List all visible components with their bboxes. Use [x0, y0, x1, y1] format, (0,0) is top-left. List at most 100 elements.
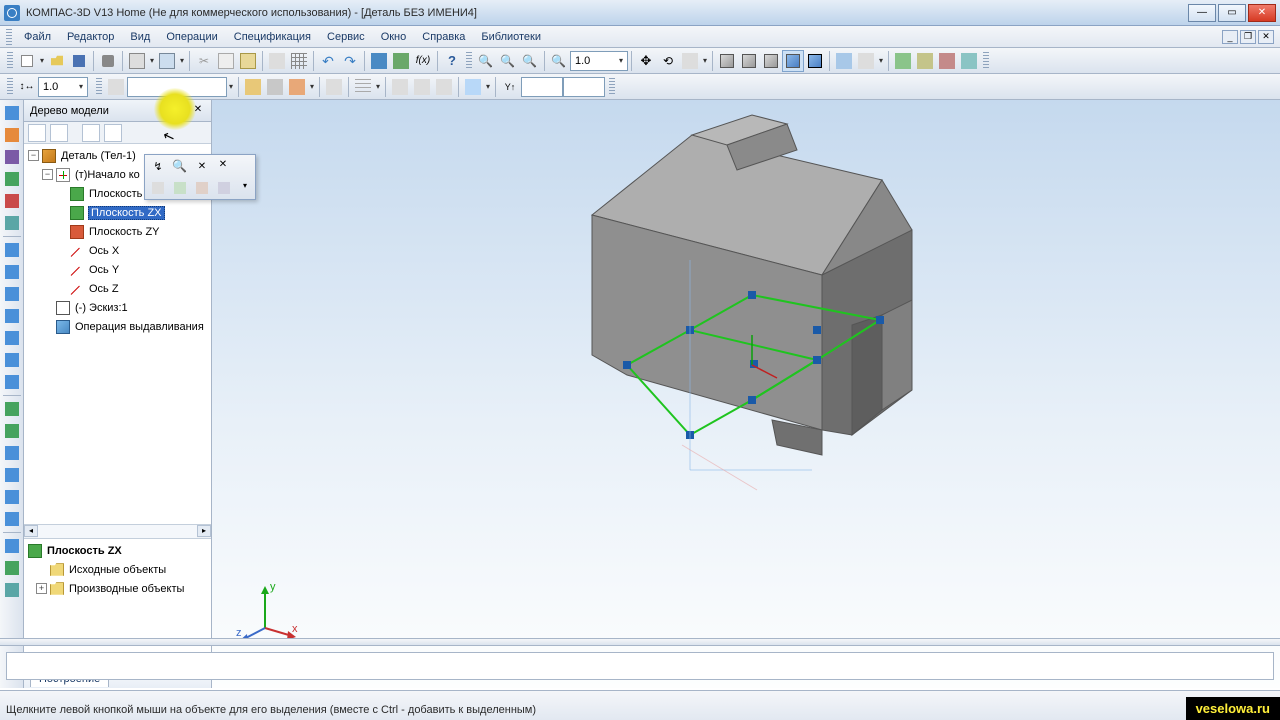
vtool-18[interactable] — [2, 487, 22, 507]
section-button[interactable] — [855, 50, 877, 72]
vtool-4[interactable] — [2, 169, 22, 189]
copy-button[interactable] — [215, 50, 237, 72]
vtool-7[interactable] — [2, 240, 22, 260]
shaded-button[interactable] — [782, 50, 804, 72]
vtool-8[interactable] — [2, 262, 22, 282]
tree-pin-button[interactable]: ⊥ — [175, 104, 189, 118]
table-button[interactable] — [288, 50, 310, 72]
shaded-edges-button[interactable] — [804, 50, 826, 72]
vtool-6[interactable] — [2, 213, 22, 233]
rotate-button[interactable]: ⟲ — [657, 50, 679, 72]
vtool-5[interactable] — [2, 191, 22, 211]
wireframe-button[interactable] — [716, 50, 738, 72]
fx-button[interactable]: f(x) — [412, 50, 434, 72]
menu-editor[interactable]: Редактор — [59, 28, 122, 46]
tree-src-folder[interactable]: Исходные объекты — [24, 560, 211, 579]
vtool-14[interactable] — [2, 399, 22, 419]
hidden-button[interactable] — [738, 50, 760, 72]
float-btn-5[interactable] — [170, 179, 190, 197]
mdi-close-button[interactable]: ✕ — [1258, 30, 1274, 44]
vtool-15[interactable] — [2, 421, 22, 441]
tree-plane-zy[interactable]: Плоскость ZY — [24, 222, 211, 241]
vtool-16[interactable] — [2, 443, 22, 463]
save-button[interactable] — [68, 50, 90, 72]
tree-tb-4[interactable] — [104, 124, 122, 142]
tree-axis-x[interactable]: Ось X — [24, 241, 211, 260]
vtool-17[interactable] — [2, 465, 22, 485]
float-btn-6[interactable] — [192, 179, 212, 197]
tree-plane-zx[interactable]: Плоскость ZX — [24, 203, 211, 222]
style-combo[interactable] — [127, 77, 227, 97]
vtool-22[interactable] — [2, 580, 22, 600]
property-field[interactable] — [6, 652, 1274, 680]
new-dropdown[interactable]: ▾ — [38, 56, 46, 65]
help-button[interactable]: ? — [441, 50, 463, 72]
menu-operations[interactable]: Операции — [158, 28, 225, 46]
tree-tb-2[interactable] — [50, 124, 68, 142]
menu-libraries[interactable]: Библиотеки — [473, 28, 549, 46]
float-btn-4[interactable] — [148, 179, 168, 197]
vtool-19[interactable] — [2, 509, 22, 529]
undo-button[interactable] — [317, 50, 339, 72]
new-button[interactable] — [16, 50, 38, 72]
simplify-button[interactable] — [914, 50, 936, 72]
dim-button[interactable] — [323, 76, 345, 98]
perp-button[interactable] — [433, 76, 455, 98]
vtool-9[interactable] — [2, 284, 22, 304]
scroll-track[interactable] — [38, 525, 197, 538]
tree-close-button[interactable]: ✕ — [191, 104, 205, 118]
expand-icon[interactable]: + — [36, 583, 47, 594]
print-button[interactable] — [97, 50, 119, 72]
zoom-out-button[interactable] — [519, 50, 541, 72]
x-field[interactable] — [521, 77, 563, 97]
y-field[interactable] — [563, 77, 605, 97]
zoom-combo[interactable]: 1.0▾ — [570, 51, 628, 71]
style-button[interactable] — [105, 76, 127, 98]
float-btn-7[interactable] — [214, 179, 234, 197]
vtool-12[interactable] — [2, 350, 22, 370]
float-btn-3[interactable]: ✕ — [192, 157, 212, 175]
menu-help[interactable]: Справка — [414, 28, 473, 46]
orient-button[interactable] — [679, 50, 701, 72]
tangent-button[interactable] — [411, 76, 433, 98]
menu-service[interactable]: Сервис — [319, 28, 373, 46]
cut-button[interactable]: ✂ — [193, 50, 215, 72]
tree-deriv-folder[interactable]: + Производные объекты — [24, 579, 211, 598]
collapse-icon[interactable]: − — [28, 150, 39, 161]
nohidden-button[interactable] — [760, 50, 782, 72]
tree-extrude[interactable]: Операция выдавливания — [24, 317, 211, 336]
zoom-prev-button[interactable] — [548, 50, 570, 72]
tree-axis-y[interactable]: Ось Y — [24, 260, 211, 279]
rebuild-button[interactable] — [892, 50, 914, 72]
step-button[interactable]: ↕↔ — [16, 76, 38, 98]
preview-button[interactable] — [126, 50, 148, 72]
menu-specification[interactable]: Спецификация — [226, 28, 319, 46]
misc-button[interactable] — [958, 50, 980, 72]
vtool-11[interactable] — [2, 328, 22, 348]
vtool-21[interactable] — [2, 558, 22, 578]
property-grip[interactable] — [0, 638, 1280, 646]
collapse-icon[interactable]: − — [42, 169, 53, 180]
minimize-button[interactable]: — — [1188, 4, 1216, 22]
sketch-edit-button[interactable] — [242, 76, 264, 98]
float-btn-2[interactable] — [170, 157, 190, 175]
tree-tb-1[interactable] — [28, 124, 46, 142]
tree-hscroll[interactable]: ◂ ▸ — [24, 524, 211, 538]
redo-button[interactable] — [339, 50, 361, 72]
close-button[interactable]: ✕ — [1248, 4, 1276, 22]
mdi-restore-button[interactable]: ❐ — [1240, 30, 1256, 44]
zoom-in-button[interactable] — [497, 50, 519, 72]
scroll-left-button[interactable]: ◂ — [24, 525, 38, 537]
tree-tb-3[interactable] — [82, 124, 100, 142]
constraint-button[interactable] — [462, 76, 484, 98]
perspective-button[interactable] — [833, 50, 855, 72]
tree-axis-z[interactable]: Ось Z — [24, 279, 211, 298]
menu-file[interactable]: Файл — [16, 28, 59, 46]
paste-button[interactable] — [237, 50, 259, 72]
lib-button[interactable] — [936, 50, 958, 72]
grid1-button[interactable] — [352, 76, 374, 98]
vtool-13[interactable] — [2, 372, 22, 392]
zoom-window-button[interactable] — [475, 50, 497, 72]
scroll-right-button[interactable]: ▸ — [197, 525, 211, 537]
tree-selected-plane[interactable]: Плоскость ZX — [24, 541, 211, 560]
